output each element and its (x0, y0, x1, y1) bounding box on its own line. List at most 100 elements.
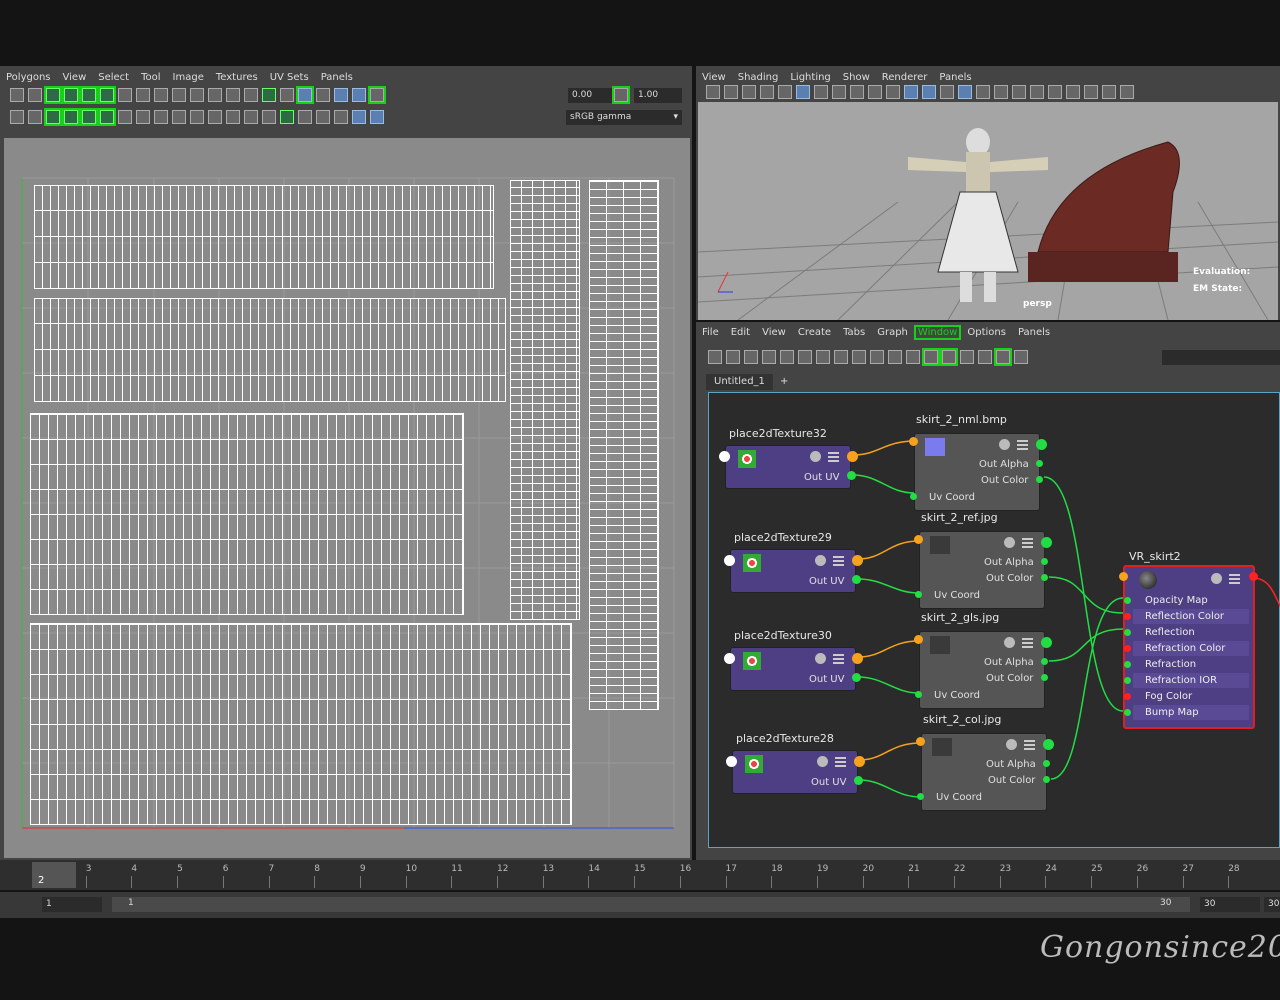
hide-icon[interactable] (1004, 537, 1015, 548)
ne-menu-window[interactable]: Window (913, 324, 962, 340)
lattice-icon[interactable] (226, 110, 240, 124)
material-attr-port[interactable] (1124, 645, 1131, 652)
range-bar[interactable] (112, 897, 1190, 912)
material-attr-port[interactable] (1124, 629, 1131, 636)
material-output-port[interactable] (1249, 572, 1258, 581)
shadows-icon[interactable] (976, 85, 990, 99)
ne-menu-options[interactable]: Options (961, 327, 1012, 338)
uv-grid-icon[interactable] (296, 86, 314, 104)
vp-menu-renderer[interactable]: Renderer (876, 72, 934, 83)
uv-menu-view[interactable]: View (57, 72, 93, 83)
refresh-icon[interactable] (316, 88, 330, 102)
orient-icon[interactable] (154, 110, 168, 124)
aa-icon[interactable] (1030, 85, 1044, 99)
swatch-icon[interactable] (940, 348, 958, 366)
backface-icon[interactable] (1120, 85, 1134, 99)
motion-blur-icon[interactable] (1012, 85, 1026, 99)
list-icon[interactable] (1017, 439, 1028, 450)
material-attr-row[interactable]: Refraction Glossiness (1133, 657, 1249, 685)
list-icon[interactable] (1022, 537, 1033, 548)
file-output-port[interactable] (1036, 439, 1047, 450)
unfold-icon[interactable] (136, 88, 150, 102)
start-frame-field[interactable]: 1 (42, 897, 102, 912)
ne-menu-tabs[interactable]: Tabs (837, 327, 871, 338)
full-mode-icon[interactable] (888, 350, 902, 364)
material-attr-row[interactable]: Reflection Color (1133, 609, 1249, 624)
select-edge-icon[interactable] (62, 108, 80, 126)
sew-uv-icon[interactable] (62, 86, 80, 104)
rgb-icon[interactable] (334, 110, 348, 124)
textured-icon[interactable] (940, 85, 954, 99)
max-frame-field[interactable]: 30 (1264, 897, 1280, 912)
file-output-port[interactable] (1043, 739, 1054, 750)
list-icon[interactable] (835, 756, 846, 767)
film-gate-icon[interactable] (814, 85, 828, 99)
uv-menu-textures[interactable]: Textures (210, 72, 264, 83)
safe-title-icon[interactable] (868, 85, 882, 99)
file-texture-node[interactable]: Out Alpha Out Color Uv Coord (919, 531, 1045, 609)
align-icon[interactable] (172, 88, 186, 102)
flip-icon[interactable] (10, 88, 24, 102)
lock-camera-icon[interactable] (724, 85, 738, 99)
custom-mode-icon[interactable] (906, 350, 920, 364)
input-connections-icon[interactable] (708, 350, 722, 364)
ne-menu-edit[interactable]: Edit (725, 327, 756, 338)
out-color-port[interactable] (1041, 574, 1048, 581)
material-attr-row[interactable]: Opacity Map (1133, 593, 1249, 608)
vp-menu-lighting[interactable]: Lighting (784, 72, 836, 83)
file-input-port[interactable] (914, 635, 923, 644)
add-selected-icon[interactable] (816, 350, 830, 364)
uv-coord-port[interactable] (917, 793, 924, 800)
frame-selected-icon[interactable] (780, 350, 794, 364)
place2d-node[interactable]: Out UV (730, 647, 856, 691)
uv-shell-3[interactable] (30, 413, 464, 615)
settings-icon[interactable] (1014, 350, 1028, 364)
uv-menu-polygons[interactable]: Polygons (0, 72, 57, 83)
image-plane-icon[interactable] (760, 85, 774, 99)
out-uv-port[interactable] (852, 673, 861, 682)
safe-action-icon[interactable] (850, 85, 864, 99)
vp-menu-view[interactable]: View (696, 72, 732, 83)
exposure-field[interactable]: 0.00 (568, 88, 616, 103)
xray-joints-icon[interactable] (1102, 85, 1116, 99)
merge-uv-icon[interactable] (98, 86, 116, 104)
ao-icon[interactable] (994, 85, 1008, 99)
node-graph-canvas[interactable]: place2dTexture32 Out UV place2dTexture29… (708, 392, 1280, 848)
file-output-port[interactable] (1041, 637, 1052, 648)
checker-toggle-icon[interactable] (316, 110, 330, 124)
place2d-node[interactable]: Out UV (725, 445, 851, 489)
pin-nodes-icon[interactable] (978, 350, 992, 364)
out-uv-port[interactable] (854, 776, 863, 785)
exposure-icon[interactable] (368, 86, 386, 104)
color-space-select[interactable]: sRGB gamma ▾ (566, 110, 682, 125)
list-icon[interactable] (828, 451, 839, 462)
place2d-input-port[interactable] (719, 451, 730, 462)
material-attr-port[interactable] (1124, 597, 1131, 604)
gamma-field[interactable]: 1.00 (634, 88, 682, 103)
vp-menu-shading[interactable]: Shading (732, 72, 785, 83)
grid-icon[interactable] (190, 88, 204, 102)
frame-all-icon[interactable] (762, 350, 776, 364)
ne-menu-view[interactable]: View (756, 327, 792, 338)
simple-mode-icon[interactable] (852, 350, 866, 364)
material-attr-port[interactable] (1124, 661, 1131, 668)
ne-menu-file[interactable]: File (696, 327, 725, 338)
place2d-input-port[interactable] (726, 756, 737, 767)
straighten-icon[interactable] (154, 88, 168, 102)
move-icon[interactable] (28, 110, 42, 124)
file-texture-node[interactable]: Out Alpha Out Color Uv Coord (914, 433, 1040, 511)
list-icon[interactable] (1022, 637, 1033, 648)
time-slider[interactable]: 2 3 4 5 6 7 8 9 10 11 12 13 14 15 16 17 … (0, 860, 1280, 890)
layout-nodes-icon[interactable] (798, 350, 812, 364)
uv-menu-image[interactable]: Image (167, 72, 210, 83)
filter-icon[interactable] (208, 110, 222, 124)
select-shell-icon[interactable] (44, 108, 62, 126)
checker-icon[interactable] (280, 88, 294, 102)
gamma-icon[interactable] (612, 86, 630, 104)
uv-coord-port[interactable] (910, 493, 917, 500)
file-output-port[interactable] (1041, 537, 1052, 548)
file-input-port[interactable] (909, 437, 918, 446)
io-connections-icon[interactable] (726, 350, 740, 364)
isolate-select-icon[interactable] (1066, 85, 1080, 99)
hide-icon[interactable] (817, 756, 828, 767)
